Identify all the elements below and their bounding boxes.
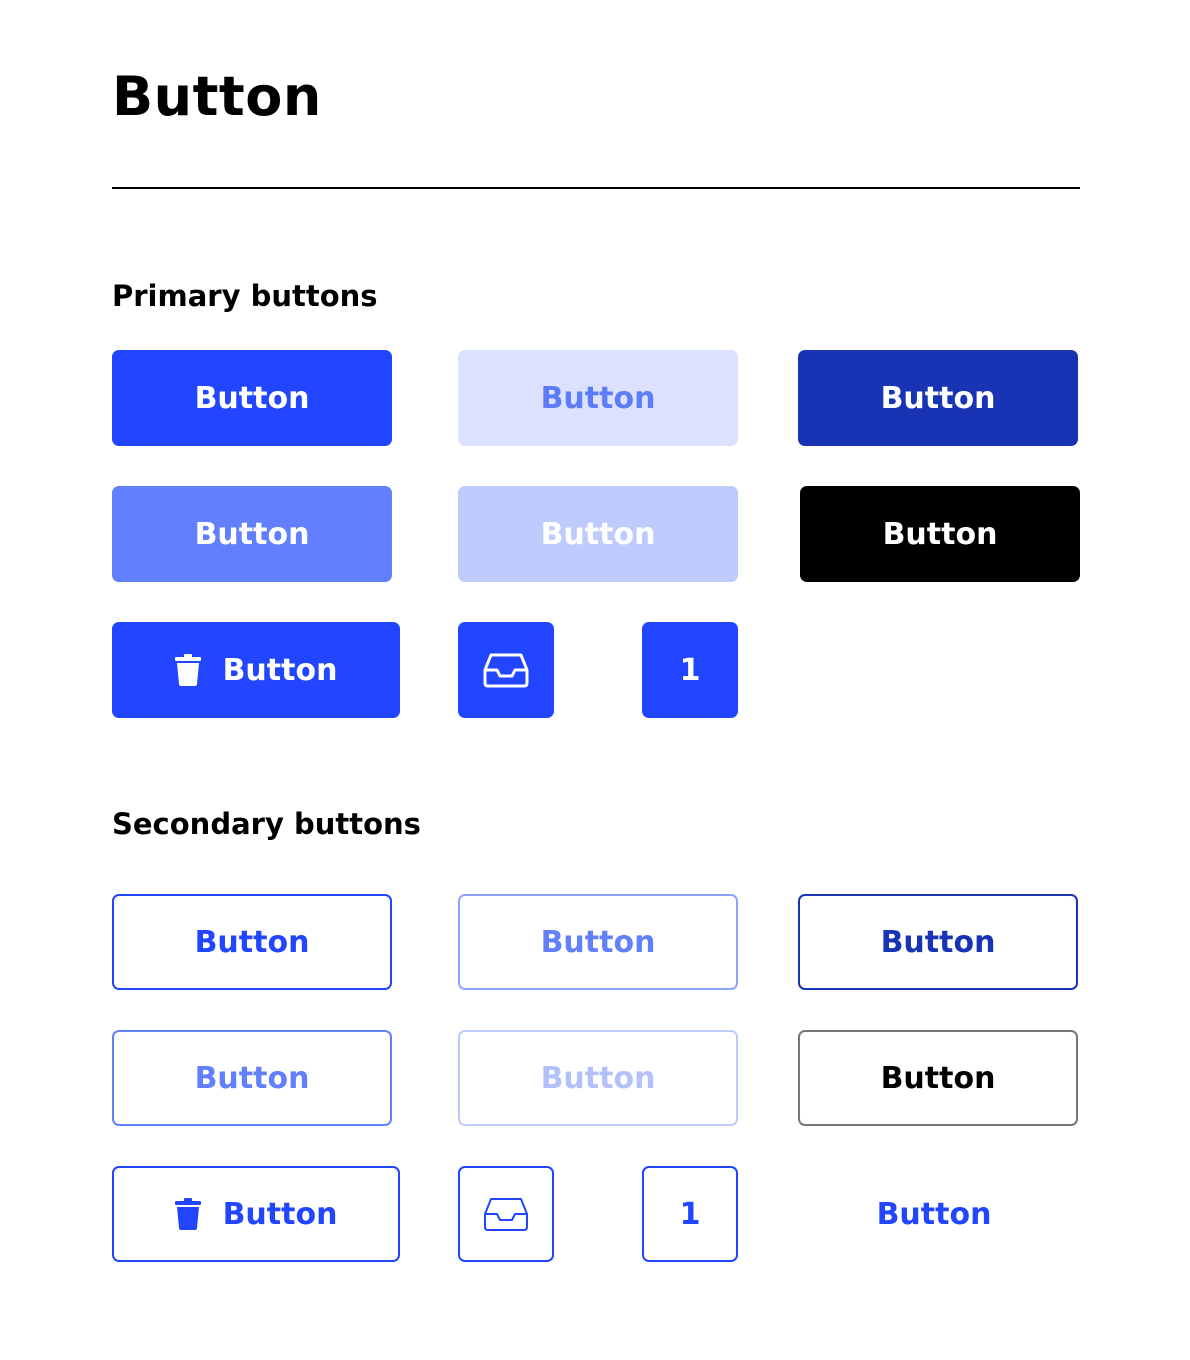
text-button[interactable]: Button <box>798 1166 1070 1262</box>
button-label: Button <box>194 516 310 552</box>
button-label: Button <box>880 1060 996 1096</box>
primary-button-with-icon[interactable]: Button <box>112 622 400 718</box>
button-label: Button <box>880 924 996 960</box>
primary-button-disabled[interactable]: Button <box>458 486 738 582</box>
button-label: Button <box>194 924 310 960</box>
trash-icon <box>174 1198 201 1230</box>
secondary-button-disabled[interactable]: Button <box>458 1030 738 1126</box>
button-label: Button <box>194 380 310 416</box>
secondary-icon-button-inbox[interactable] <box>458 1166 554 1262</box>
button-number: 1 <box>679 1196 701 1232</box>
button-label: Button <box>540 1060 656 1096</box>
button-label: Button <box>540 924 656 960</box>
button-label: Button <box>540 380 656 416</box>
inbox-icon <box>483 1196 529 1232</box>
button-label: Button <box>876 1196 992 1232</box>
secondary-button-soft[interactable]: Button <box>458 894 738 990</box>
secondary-button-with-icon[interactable]: Button <box>112 1166 400 1262</box>
primary-button-soft[interactable]: Button <box>458 350 738 446</box>
inbox-icon <box>483 652 529 688</box>
button-label: Button <box>194 1060 310 1096</box>
secondary-number-button[interactable]: 1 <box>642 1166 738 1262</box>
button-label: Button <box>540 516 656 552</box>
page-title: Button <box>112 65 322 128</box>
secondary-button-hover[interactable]: Button <box>112 1030 392 1126</box>
primary-button-default[interactable]: Button <box>112 350 392 446</box>
secondary-button-default[interactable]: Button <box>112 894 392 990</box>
primary-button-hover[interactable]: Button <box>112 486 392 582</box>
primary-button-black[interactable]: Button <box>800 486 1080 582</box>
button-label: Button <box>222 1196 338 1232</box>
button-label: Button <box>222 652 338 688</box>
primary-icon-button-inbox[interactable] <box>458 622 554 718</box>
secondary-button-neutral[interactable]: Button <box>798 1030 1078 1126</box>
trash-icon <box>174 654 201 686</box>
primary-number-button[interactable]: 1 <box>642 622 738 718</box>
button-label: Button <box>880 380 996 416</box>
primary-button-pressed[interactable]: Button <box>798 350 1078 446</box>
button-number: 1 <box>679 652 701 688</box>
title-divider <box>112 187 1080 189</box>
secondary-section-title: Secondary buttons <box>112 807 421 841</box>
button-label: Button <box>882 516 998 552</box>
secondary-button-pressed[interactable]: Button <box>798 894 1078 990</box>
primary-section-title: Primary buttons <box>112 279 378 313</box>
